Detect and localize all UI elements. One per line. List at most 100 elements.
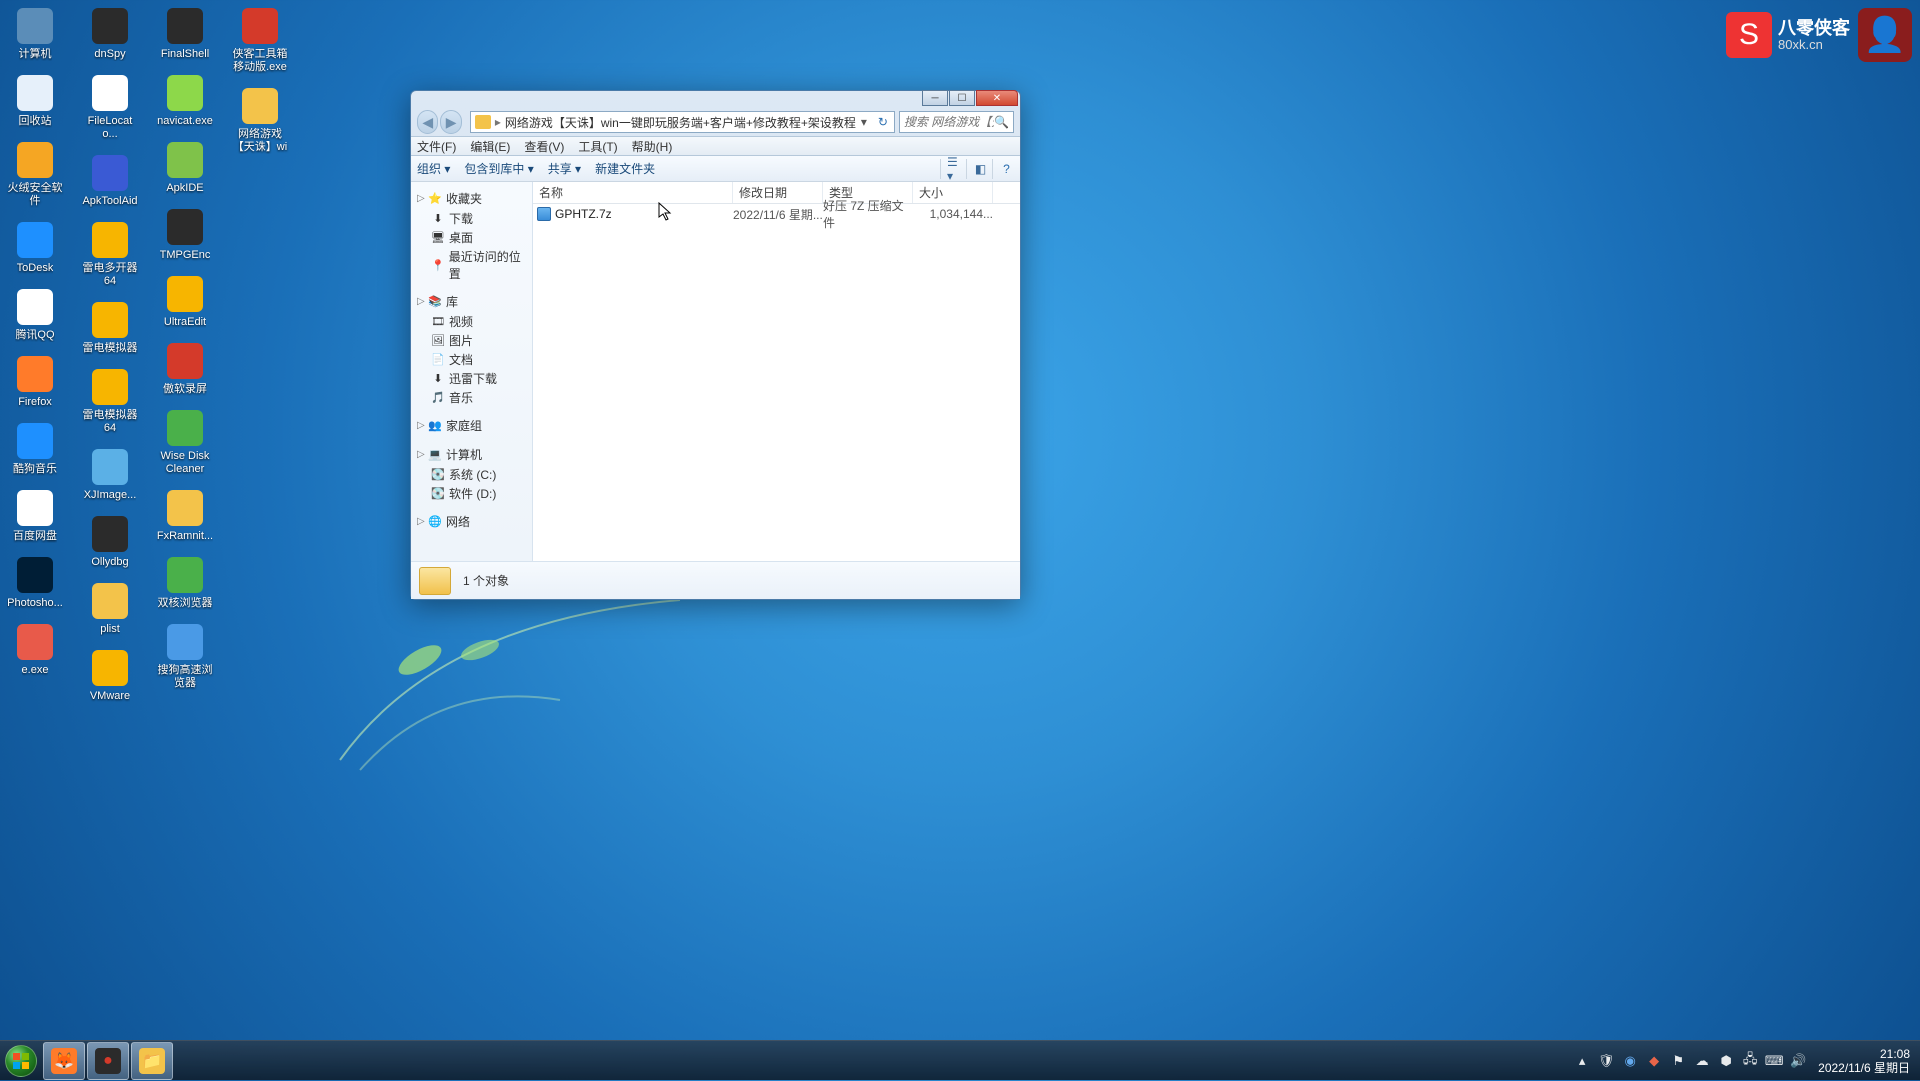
menu-item[interactable]: 工具(T) xyxy=(578,138,617,155)
minimize-button[interactable]: ─ xyxy=(922,90,948,106)
sidebar-item[interactable]: 📍最近访问的位置 xyxy=(413,247,530,283)
tray-action-center-icon[interactable]: ⚑ xyxy=(1669,1052,1687,1070)
titlebar[interactable]: ─ ☐ ✕ xyxy=(411,91,1020,108)
file-name: GPHTZ.7z xyxy=(555,207,612,221)
toolbar-share[interactable]: 共享 ▾ xyxy=(548,160,581,177)
desktop-icon[interactable]: UltraEdit xyxy=(156,276,214,329)
sidebar-item-label: 软件 (D:) xyxy=(449,485,496,502)
desktop-icon[interactable]: 火绒安全软件 xyxy=(6,142,64,208)
desktop-icon[interactable]: 雷电多开器64 xyxy=(81,222,139,288)
desktop-icon[interactable]: ApkToolAid xyxy=(81,155,139,208)
tray-app2-icon[interactable]: ◆ xyxy=(1645,1052,1663,1070)
refresh-icon[interactable]: ↻ xyxy=(872,115,894,129)
sidebar-group-computer[interactable]: ▷💻计算机 xyxy=(413,444,530,465)
sidebar-item[interactable]: 🖼图片 xyxy=(413,331,530,350)
sidebar-item[interactable]: 📄文档 xyxy=(413,350,530,369)
column-headers: 名称 修改日期 类型 大小 xyxy=(533,182,1020,204)
help-icon[interactable]: ? xyxy=(992,159,1014,179)
file-row[interactable]: GPHTZ.7z2022/11/6 星期...好压 7Z 压缩文件1,034,1… xyxy=(533,204,1020,224)
taskbar-clock[interactable]: 21:08 2022/11/6 星期日 xyxy=(1818,1047,1910,1075)
wallpaper-leaf-svg xyxy=(320,580,720,830)
desktop-icon[interactable]: ApkIDE xyxy=(156,142,214,195)
tray-show-hidden-icon[interactable]: ▴ xyxy=(1573,1052,1591,1070)
desktop-icon[interactable]: plist xyxy=(81,583,139,636)
desktop-icon[interactable]: dnSpy xyxy=(81,8,139,61)
col-name[interactable]: 名称 xyxy=(533,182,733,203)
desktop-icon[interactable]: ToDesk xyxy=(6,222,64,275)
sidebar-item[interactable]: 🎵音乐 xyxy=(413,388,530,407)
desktop-icon[interactable]: navicat.exe xyxy=(156,75,214,128)
file-list-pane[interactable]: 名称 修改日期 类型 大小 GPHTZ.7z2022/11/6 星期...好压 … xyxy=(533,182,1020,561)
desktop-icon[interactable]: 回收站 xyxy=(6,75,64,128)
start-button[interactable] xyxy=(0,1041,42,1081)
toolbar-new-folder[interactable]: 新建文件夹 xyxy=(595,160,655,177)
desktop-icon[interactable]: FxRamnit... xyxy=(156,490,214,543)
search-icon[interactable]: 🔍 xyxy=(994,115,1009,129)
desktop-icon[interactable]: FileLocato... xyxy=(81,75,139,141)
desktop-icon[interactable]: 腾讯QQ xyxy=(6,289,64,342)
desktop-icon[interactable]: Wise Disk Cleaner xyxy=(156,410,214,476)
desktop-icon[interactable]: 雷电模拟器64 xyxy=(81,369,139,435)
desktop-icon-label: plist xyxy=(100,623,120,636)
address-dropdown-icon[interactable]: ▾ xyxy=(856,115,872,129)
view-mode-icon[interactable]: ☰ ▾ xyxy=(940,159,962,179)
desktop-icon[interactable]: 百度网盘 xyxy=(6,490,64,543)
menu-item[interactable]: 查看(V) xyxy=(524,138,564,155)
desktop-icon[interactable]: VMware xyxy=(81,650,139,703)
sidebar-item[interactable]: 💽软件 (D:) xyxy=(413,484,530,503)
toolbar-include[interactable]: 包含到库中 ▾ xyxy=(464,160,533,177)
desktop-icon[interactable]: 双核浏览器 xyxy=(156,557,214,610)
tray-app3-icon[interactable]: ☁ xyxy=(1693,1052,1711,1070)
sidebar-group-network[interactable]: ▷🌐网络 xyxy=(413,511,530,532)
app-icon xyxy=(92,155,128,191)
tray-input-icon[interactable]: ⌨ xyxy=(1765,1052,1783,1070)
tray-volume-icon[interactable]: 🔊 xyxy=(1789,1052,1807,1070)
desktop-icon[interactable]: 酷狗音乐 xyxy=(6,423,64,476)
desktop-icon[interactable]: 傲软录屏 xyxy=(156,343,214,396)
taskbar-app-firefox[interactable]: 🦊 xyxy=(43,1042,85,1080)
desktop-icon[interactable]: 雷电模拟器 xyxy=(81,302,139,355)
col-date[interactable]: 修改日期 xyxy=(733,182,823,203)
toolbar-organize[interactable]: 组织 ▾ xyxy=(417,160,450,177)
taskbar-app-explorer[interactable]: 📁 xyxy=(131,1042,173,1080)
desktop-icon-label: 回收站 xyxy=(19,115,52,128)
tray-app1-icon[interactable]: ◉ xyxy=(1621,1052,1639,1070)
sidebar-item[interactable]: 💽系统 (C:) xyxy=(413,465,530,484)
sidebar-item[interactable]: 🖥桌面 xyxy=(413,228,530,247)
menu-item[interactable]: 帮助(H) xyxy=(632,138,673,155)
sidebar-group-libraries[interactable]: ▷📚库 xyxy=(413,291,530,312)
menu-item[interactable]: 编辑(E) xyxy=(470,138,510,155)
sidebar-group-favorites[interactable]: ▷⭐收藏夹 xyxy=(413,188,530,209)
desktop-icon[interactable]: 网络游戏【天诛】win一... xyxy=(231,88,289,154)
desktop-icon[interactable]: 计算机 xyxy=(6,8,64,61)
sidebar-group-homegroup[interactable]: ▷👥家庭组 xyxy=(413,415,530,436)
app-icon xyxy=(17,8,53,44)
taskbar-app-recorder[interactable]: ● xyxy=(87,1042,129,1080)
sidebar-item[interactable]: ⬇迅雷下载 xyxy=(413,369,530,388)
nav-back-icon[interactable]: ◀ xyxy=(417,110,438,134)
sidebar-item[interactable]: ⬇下载 xyxy=(413,209,530,228)
desktop-icon[interactable]: Photosho... xyxy=(6,557,64,610)
desktop-icon[interactable]: Firefox xyxy=(6,356,64,409)
tray-security-icon[interactable]: 🛡 xyxy=(1597,1052,1615,1070)
desktop-icon[interactable]: 侠客工具箱移动版.exe xyxy=(231,8,289,74)
desktop-icon[interactable]: TMPGEnc xyxy=(156,209,214,262)
nav-forward-icon[interactable]: ▶ xyxy=(440,110,461,134)
search-input[interactable] xyxy=(904,115,994,129)
tray-network-icon[interactable]: 🖧 xyxy=(1741,1052,1759,1070)
explorer-window[interactable]: ─ ☐ ✕ ◀ ▶ ▸ 网络游戏【天诛】win一键即玩服务端+客户端+修改教程+… xyxy=(410,90,1021,600)
desktop-icon[interactable]: Ollydbg xyxy=(81,516,139,569)
maximize-button[interactable]: ☐ xyxy=(949,90,975,106)
address-bar[interactable]: ▸ 网络游戏【天诛】win一键即玩服务端+客户端+修改教程+架设教程 ▾ ↻ xyxy=(470,111,895,133)
tray-app4-icon[interactable]: ⬢ xyxy=(1717,1052,1735,1070)
col-size[interactable]: 大小 xyxy=(913,182,993,203)
close-button[interactable]: ✕ xyxy=(976,90,1018,106)
preview-pane-icon[interactable]: ◧ xyxy=(966,159,988,179)
sidebar-item[interactable]: 🎞视频 xyxy=(413,312,530,331)
search-box[interactable]: 🔍 xyxy=(899,111,1014,133)
desktop-icon[interactable]: e.exe xyxy=(6,624,64,677)
menu-item[interactable]: 文件(F) xyxy=(417,138,456,155)
desktop-icon[interactable]: XJImage... xyxy=(81,449,139,502)
desktop-icon[interactable]: 搜狗高速浏览器 xyxy=(156,624,214,690)
desktop-icon[interactable]: FinalShell xyxy=(156,8,214,61)
